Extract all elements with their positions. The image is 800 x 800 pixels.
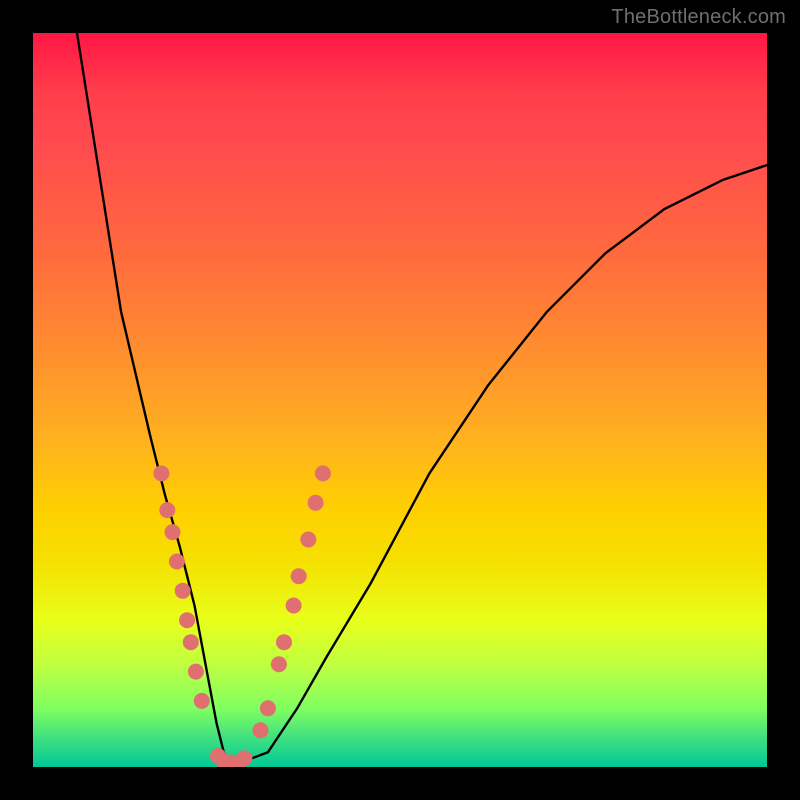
data-point <box>260 700 276 716</box>
data-point <box>194 693 210 709</box>
data-point <box>165 524 181 540</box>
data-point <box>175 583 191 599</box>
data-point <box>179 612 195 628</box>
chart-container: TheBottleneck.com <box>0 0 800 800</box>
bottleneck-curve <box>77 33 767 763</box>
data-point <box>169 554 185 570</box>
data-point <box>300 532 316 548</box>
data-point <box>153 465 169 481</box>
data-point <box>159 502 175 518</box>
data-point <box>315 465 331 481</box>
marker-group <box>153 465 331 767</box>
data-point <box>271 656 287 672</box>
data-point <box>183 634 199 650</box>
data-point <box>291 568 307 584</box>
plot-area <box>33 33 767 767</box>
chart-svg <box>33 33 767 767</box>
data-point <box>236 750 252 766</box>
data-point <box>308 495 324 511</box>
data-point <box>253 722 269 738</box>
watermark-text: TheBottleneck.com <box>611 6 786 29</box>
data-point <box>188 664 204 680</box>
data-point <box>276 634 292 650</box>
data-point <box>286 598 302 614</box>
